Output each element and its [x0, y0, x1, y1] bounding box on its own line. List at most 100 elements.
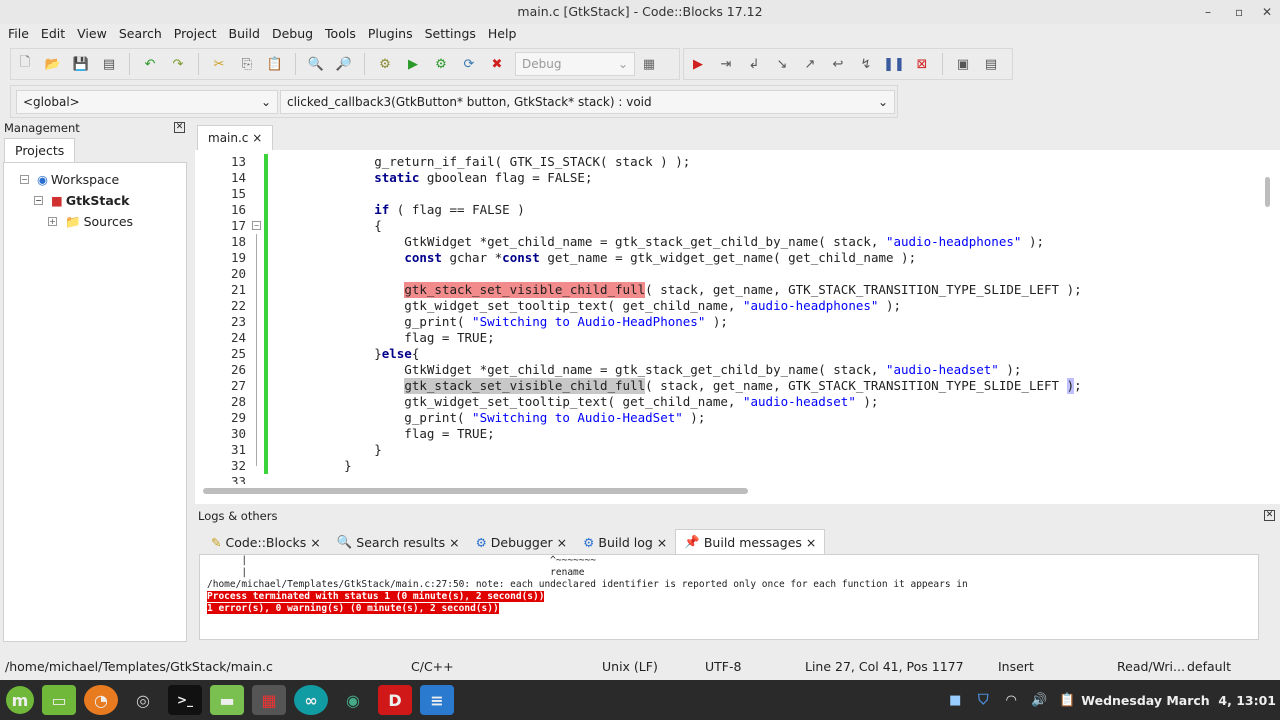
run-to-cursor-icon[interactable]: ⇥	[712, 52, 740, 76]
mint-menu-icon[interactable]: m	[6, 686, 34, 714]
menu-project[interactable]: Project	[168, 24, 223, 46]
clipboard-icon[interactable]: 📋	[1057, 685, 1077, 715]
copy-icon[interactable]: ⎘	[233, 52, 261, 76]
tab-debugger[interactable]: ⚙ Debugger ×	[468, 531, 576, 554]
d-app-icon[interactable]: D	[378, 685, 412, 715]
code-line[interactable]: 31 }	[200, 442, 1260, 458]
redo-icon[interactable]: ↷	[164, 52, 192, 76]
build-gear-icon[interactable]: ⚙	[371, 52, 399, 76]
tree-item-workspace[interactable]: − ◉ Workspace	[4, 169, 186, 190]
tree-item-project[interactable]: − ■ GtkStack	[4, 190, 186, 211]
codeblocks-icon[interactable]: ▦	[252, 685, 286, 715]
fold-marker-icon[interactable]: −	[250, 218, 264, 234]
code-line[interactable]: 20	[200, 266, 1260, 282]
tree-item-sources[interactable]: + 📁 Sources	[4, 211, 186, 232]
target-options-icon[interactable]: ▦	[635, 52, 663, 76]
code-line[interactable]: 29 g_print( "Switching to Audio-HeadSet"…	[200, 410, 1260, 426]
build-run-icon[interactable]: ⚙	[427, 52, 455, 76]
step-out-icon[interactable]: ↗	[796, 52, 824, 76]
debug-windows-icon[interactable]: ▣	[949, 52, 977, 76]
code-line[interactable]: 22 gtk_widget_set_tooltip_text( get_chil…	[200, 298, 1260, 314]
code-line[interactable]: 24 flag = TRUE;	[200, 330, 1260, 346]
rebuild-icon[interactable]: ⟳	[455, 52, 483, 76]
next-instruction-icon[interactable]: ↩	[824, 52, 852, 76]
code-area[interactable]: 13 g_return_if_fail( GTK_IS_STACK( stack…	[200, 154, 1260, 484]
tab-build-messages[interactable]: 📌 Build messages ×	[675, 529, 826, 554]
chrome-icon[interactable]: ◉	[336, 685, 370, 715]
debug-run-icon[interactable]: ▶	[684, 52, 712, 76]
step-into-icon[interactable]: ↘	[768, 52, 796, 76]
minimize-button[interactable]: –	[1205, 0, 1211, 24]
tab-main-c[interactable]: main.c ×	[197, 125, 274, 150]
code-line[interactable]: 28 gtk_widget_set_tooltip_text( get_chil…	[200, 394, 1260, 410]
function-select[interactable]: clicked_callback3(GtkButton* button, Gtk…	[280, 89, 895, 114]
text-editor-icon[interactable]: ≡	[420, 685, 454, 715]
code-line[interactable]: 26 GtkWidget *get_child_name = gtk_stack…	[200, 362, 1260, 378]
tab-search-results[interactable]: 🔍 Search results ×	[329, 530, 468, 554]
save-icon[interactable]: 💾	[67, 52, 95, 76]
code-line[interactable]: 17− {	[200, 218, 1260, 234]
paste-icon[interactable]: 📋	[261, 52, 289, 76]
replace-icon[interactable]: 🔎	[330, 52, 358, 76]
collapse-icon[interactable]: −	[34, 196, 43, 205]
volume-icon[interactable]: 🔊	[1029, 685, 1049, 715]
code-line[interactable]: 15	[200, 186, 1260, 202]
code-line[interactable]: 18 GtkWidget *get_child_name = gtk_stack…	[200, 234, 1260, 250]
new-file-icon[interactable]: 🗋	[11, 52, 39, 76]
close-button[interactable]: ✕	[1262, 0, 1272, 24]
tab-codeblocks-log[interactable]: ✎ Code::Blocks ×	[203, 531, 329, 554]
menu-help[interactable]: Help	[482, 24, 523, 46]
tab-build-log[interactable]: ⚙ Build log ×	[575, 531, 675, 554]
terminal-icon[interactable]: >_	[168, 685, 202, 715]
menu-tools[interactable]: Tools	[319, 24, 362, 46]
cut-icon[interactable]: ✂	[205, 52, 233, 76]
code-line[interactable]: 21 gtk_stack_set_visible_child_full( sta…	[200, 282, 1260, 298]
menu-settings[interactable]: Settings	[419, 24, 482, 46]
code-line[interactable]: 16 if ( flag == FALSE )	[200, 202, 1260, 218]
code-line[interactable]: 32 }	[200, 458, 1260, 474]
run-icon[interactable]: ▶	[399, 52, 427, 76]
undo-icon[interactable]: ↶	[136, 52, 164, 76]
close-tab-icon[interactable]: ×	[252, 131, 262, 145]
files-icon[interactable]: ▬	[210, 685, 244, 715]
code-line[interactable]: 33	[200, 474, 1260, 484]
error-line[interactable]: Process terminated with status 1 (0 minu…	[207, 591, 545, 602]
camera-tray-icon[interactable]: ■	[945, 685, 965, 715]
menu-build[interactable]: Build	[223, 24, 266, 46]
horizontal-scrollbar[interactable]	[203, 488, 748, 494]
debug-info-icon[interactable]: ▤	[977, 52, 1005, 76]
expand-icon[interactable]: +	[48, 217, 57, 226]
menu-search[interactable]: Search	[113, 24, 168, 46]
code-line[interactable]: 25 } else{	[200, 346, 1260, 362]
menu-plugins[interactable]: Plugins	[362, 24, 419, 46]
error-line[interactable]: 1 error(s), 0 warning(s) (0 minute(s), 2…	[207, 603, 499, 614]
maximize-button[interactable]: ▫	[1235, 0, 1243, 24]
code-line[interactable]: 19 const gchar * const get_name = gtk_wid…	[200, 250, 1260, 266]
tab-projects[interactable]: Projects	[4, 138, 76, 162]
show-desktop-icon[interactable]: ▭	[42, 685, 76, 715]
webcam-app-icon[interactable]: ◎	[126, 685, 160, 715]
close-icon[interactable]: ✕	[1264, 510, 1275, 521]
collapse-icon[interactable]: −	[20, 175, 29, 184]
code-line[interactable]: 30 flag = TRUE;	[200, 426, 1260, 442]
stop-debug-icon[interactable]: ⊠	[908, 52, 936, 76]
vertical-scrollbar[interactable]	[1265, 177, 1270, 207]
open-icon[interactable]: 📂	[39, 52, 67, 76]
step-instruction-icon[interactable]: ↯	[852, 52, 880, 76]
code-line[interactable]: 13 g_return_if_fail( GTK_IS_STACK( stack…	[200, 154, 1260, 170]
menu-view[interactable]: View	[71, 24, 113, 46]
menu-edit[interactable]: Edit	[35, 24, 71, 46]
pause-icon[interactable]: ❚❚	[880, 52, 908, 76]
shield-tray-icon[interactable]: ⛉	[973, 685, 993, 715]
find-icon[interactable]: 🔍	[302, 52, 330, 76]
build-target-select[interactable]: Debug ⌄	[515, 52, 635, 76]
abort-icon[interactable]: ✖	[483, 52, 511, 76]
menu-debug[interactable]: Debug	[266, 24, 319, 46]
code-line[interactable]: 14 static gboolean flag = FALSE;	[200, 170, 1260, 186]
firefox-icon[interactable]: ◔	[84, 685, 118, 715]
clock[interactable]: Wednesday March 4, 13:01	[1081, 693, 1276, 708]
menu-file[interactable]: File	[2, 24, 35, 46]
scope-select[interactable]: <global> ⌄	[16, 89, 278, 114]
close-icon[interactable]: ✕	[174, 122, 185, 133]
save-all-icon[interactable]: ▤	[95, 52, 123, 76]
